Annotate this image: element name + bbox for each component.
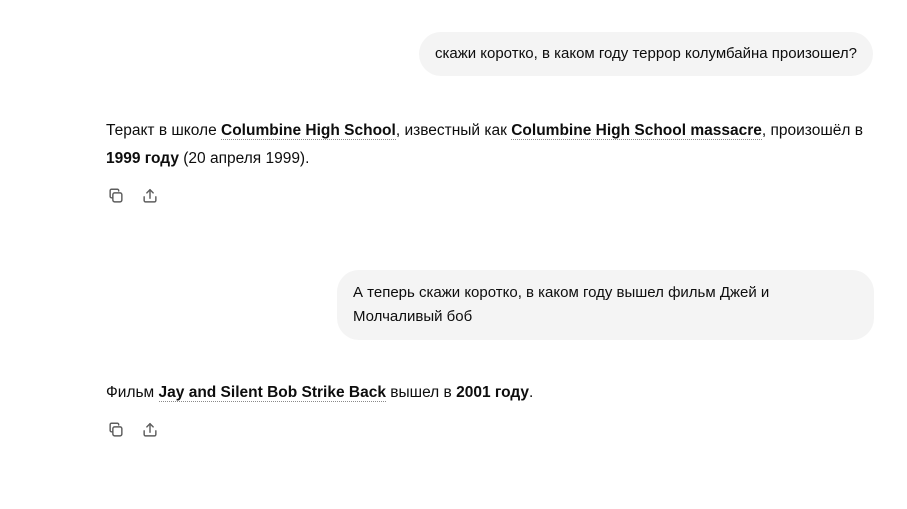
entity-link-jay-and-silent-bob[interactable]: Jay and Silent Bob Strike Back [158, 384, 386, 402]
answer-text: Теракт в школе [106, 122, 222, 139]
share-icon [143, 188, 157, 203]
copy-button[interactable] [106, 420, 126, 440]
user-message-text: скажи коротко, в каком году террор колум… [434, 45, 857, 62]
copy-icon [109, 188, 123, 203]
share-button[interactable] [140, 186, 160, 206]
entity-link-columbine-high-school[interactable]: Columbine High School [221, 122, 396, 140]
answer-text: (20 апреля 1999). [178, 150, 310, 167]
copy-button[interactable] [106, 186, 126, 206]
answer-text: , известный как [395, 122, 512, 139]
answer-text: Фильм [106, 384, 159, 401]
user-message-bubble: скажи коротко, в каком году террор колум… [418, 32, 873, 76]
assistant-message: Теракт в школе Columbine High School, из… [106, 117, 876, 173]
answer-text: , произошёл в [761, 122, 863, 139]
answer-bold-year: 1999 году [106, 150, 179, 167]
copy-icon [109, 422, 123, 437]
user-message-text: А теперь скажи коротко, в каком году выш… [353, 284, 770, 325]
message-actions [106, 186, 160, 206]
answer-text: . [529, 384, 534, 401]
entity-link-columbine-massacre[interactable]: Columbine High School massacre [511, 122, 762, 140]
share-icon [143, 422, 157, 437]
answer-bold-year: 2001 году [456, 384, 530, 401]
user-message-bubble: А теперь скажи коротко, в каком году выш… [337, 270, 874, 340]
assistant-message: Фильм Jay and Silent Bob Strike Back выш… [106, 379, 876, 407]
message-actions [106, 420, 160, 440]
answer-text: вышел в [385, 384, 457, 401]
share-button[interactable] [140, 420, 160, 440]
